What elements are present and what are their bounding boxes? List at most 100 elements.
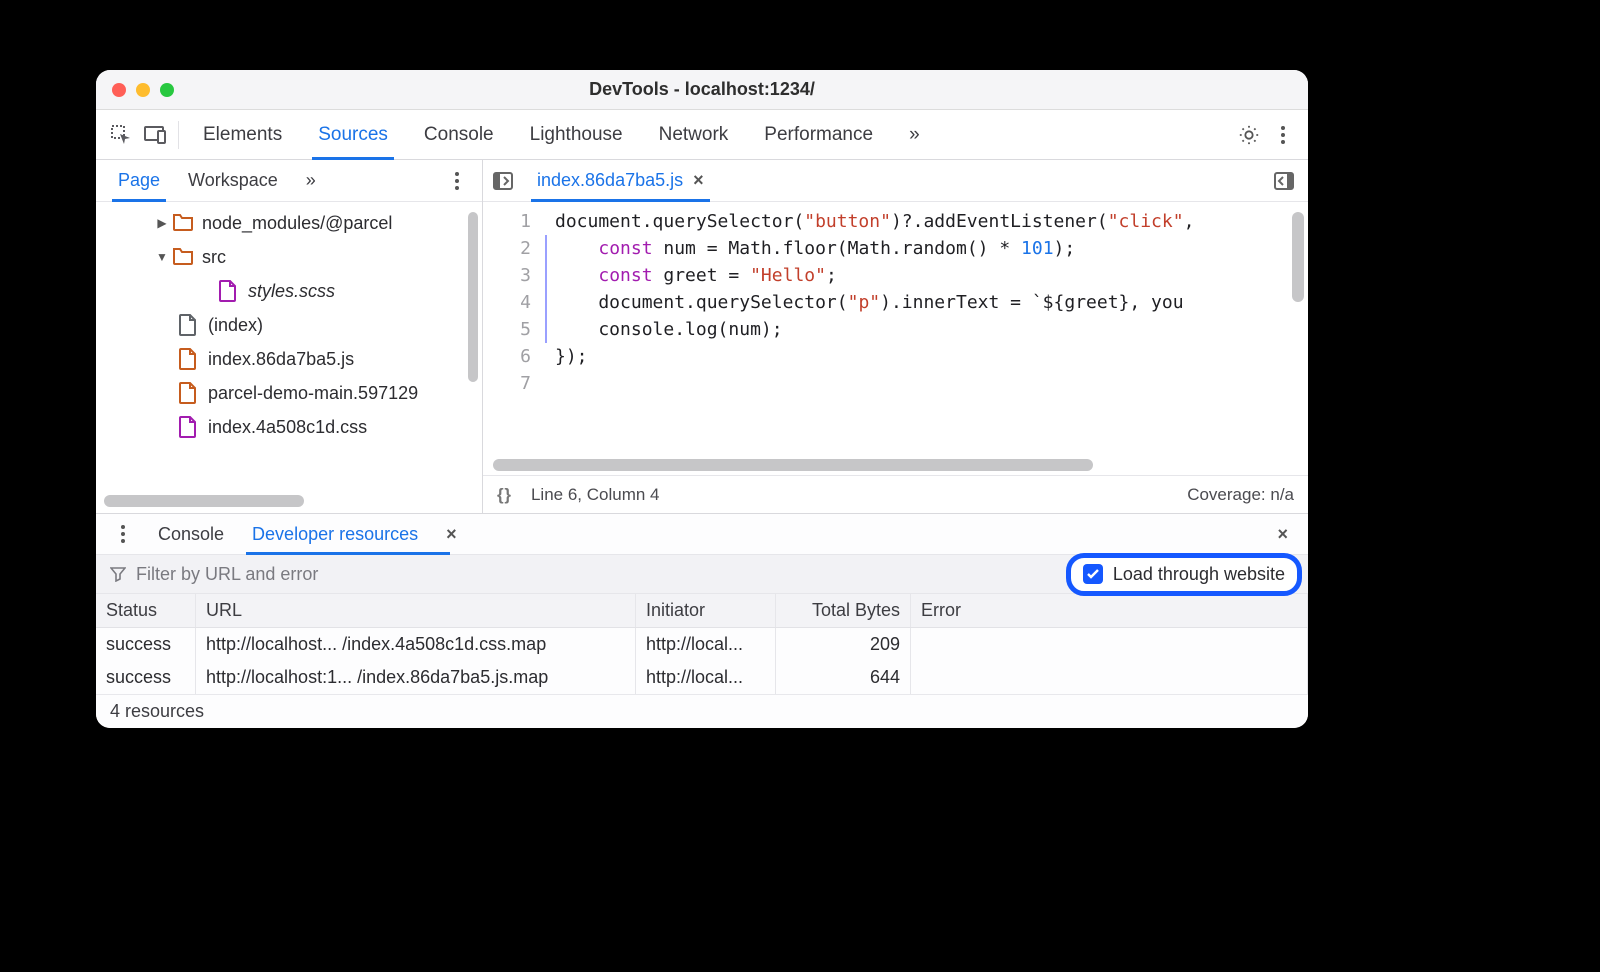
tree-item-label: (index) <box>208 315 263 336</box>
drawer-tab-console[interactable]: Console <box>144 514 238 554</box>
drawer-tab-bar: ConsoleDeveloper resources × × <box>96 514 1308 554</box>
editor-vertical-scrollbar[interactable] <box>1292 212 1304 302</box>
code-body[interactable]: document.querySelector("button")?.addEve… <box>545 202 1308 455</box>
drawer-close-icon[interactable]: × <box>1267 524 1298 545</box>
column-header[interactable]: Error <box>911 594 1308 627</box>
folder-icon <box>172 212 194 234</box>
tree-item[interactable]: ▼ src <box>96 240 482 274</box>
table-row[interactable]: successhttp://localhost:1... /index.86da… <box>96 661 1308 694</box>
main-tab-lighthouse[interactable]: Lighthouse <box>512 110 641 159</box>
code-editor[interactable]: 1234567 document.querySelector("button")… <box>483 202 1308 455</box>
main-tab-performance[interactable]: Performance <box>746 110 891 159</box>
table-cell <box>911 661 1308 694</box>
drawer-toolbar: Filter by URL and error Load through web… <box>96 554 1308 594</box>
minimize-window-button[interactable] <box>136 83 150 97</box>
line-number: 3 <box>483 262 531 289</box>
tree-item[interactable]: (index) <box>96 308 482 342</box>
navigator-more-tabs-icon[interactable]: » <box>292 160 330 201</box>
editor-tab-active[interactable]: index.86da7ba5.js × <box>525 160 716 201</box>
show-debugger-icon[interactable] <box>1270 167 1298 195</box>
window-title: DevTools - localhost:1234/ <box>96 79 1308 100</box>
load-through-website-label: Load through website <box>1113 564 1285 585</box>
line-number: 1 <box>483 208 531 235</box>
tree-item[interactable]: index.86da7ba5.js <box>96 342 482 376</box>
main-tab-elements[interactable]: Elements <box>185 110 300 159</box>
editor-status-bar: { } Line 6, Column 4 Coverage: n/a <box>483 475 1308 513</box>
table-cell: 209 <box>776 628 911 661</box>
table-cell: http://localhost... /index.4a508c1d.css.… <box>196 628 636 661</box>
column-header[interactable]: Initiator <box>636 594 776 627</box>
disclosure-icon[interactable]: ▼ <box>156 250 168 264</box>
zoom-window-button[interactable] <box>160 83 174 97</box>
more-tabs-icon[interactable]: » <box>891 110 938 159</box>
separator <box>178 121 179 149</box>
line-number: 5 <box>483 316 531 343</box>
tree-item-label: index.4a508c1d.css <box>208 417 367 438</box>
line-number: 6 <box>483 343 531 370</box>
code-line: }); <box>555 343 1308 370</box>
folder-icon <box>172 246 194 268</box>
drawer: ConsoleDeveloper resources × × Filter by… <box>96 513 1308 728</box>
resources-table-header: StatusURLInitiatorTotal BytesError <box>96 594 1308 628</box>
table-cell: http://local... <box>636 628 776 661</box>
inspect-element-icon[interactable] <box>104 118 138 152</box>
pretty-print-icon[interactable]: { } <box>497 485 509 505</box>
navigator-more-options-icon[interactable] <box>440 164 474 198</box>
load-through-website-toggle[interactable]: Load through website <box>1066 553 1302 596</box>
filter-placeholder: Filter by URL and error <box>136 564 318 585</box>
drawer-status-message: 4 resources <box>96 694 1308 728</box>
code-line: const greet = "Hello"; <box>555 262 1308 289</box>
navigator-horizontal-scrollbar[interactable] <box>104 495 474 507</box>
navigator-tab-workspace[interactable]: Workspace <box>174 160 292 201</box>
table-cell: http://localhost:1... /index.86da7ba5.js… <box>196 661 636 694</box>
main-tab-console[interactable]: Console <box>406 110 512 159</box>
tree-item[interactable]: index.4a508c1d.css <box>96 410 482 444</box>
main-tab-sources[interactable]: Sources <box>300 110 406 159</box>
filter-input[interactable]: Filter by URL and error <box>96 564 1066 585</box>
tree-item-label: parcel-demo-main.597129 <box>208 383 418 404</box>
tree-item-label: node_modules/@parcel <box>202 213 392 234</box>
more-options-icon[interactable] <box>1266 118 1300 152</box>
navigator-vertical-scrollbar[interactable] <box>468 212 478 485</box>
file-icon <box>178 382 200 404</box>
table-cell: success <box>96 661 196 694</box>
table-row[interactable]: successhttp://localhost... /index.4a508c… <box>96 628 1308 661</box>
line-number: 2 <box>483 235 531 262</box>
drawer-tab-developer-resources[interactable]: Developer resources <box>238 514 432 554</box>
column-header[interactable]: Total Bytes <box>776 594 911 627</box>
disclosure-icon[interactable]: ▶ <box>156 216 168 230</box>
resources-table-body: successhttp://localhost... /index.4a508c… <box>96 628 1308 694</box>
column-header[interactable]: URL <box>196 594 636 627</box>
code-line: document.querySelector("p").innerText = … <box>555 289 1308 316</box>
editor-pane: index.86da7ba5.js × 1234567 document.que… <box>483 160 1308 513</box>
title-bar: DevTools - localhost:1234/ <box>96 70 1308 110</box>
tree-item[interactable]: ▶ node_modules/@parcel <box>96 206 482 240</box>
code-line: const num = Math.floor(Math.random() * 1… <box>555 235 1308 262</box>
navigator-tab-page[interactable]: Page <box>104 160 174 201</box>
drawer-more-options-icon[interactable] <box>106 517 140 551</box>
main-split: PageWorkspace » ▶ node_modules/@parcel ▼ sr… <box>96 160 1308 513</box>
code-line: console.log(num); <box>555 316 1308 343</box>
tree-item[interactable]: parcel-demo-main.597129 <box>96 376 482 410</box>
show-navigator-icon[interactable] <box>489 167 517 195</box>
table-cell: 644 <box>776 661 911 694</box>
code-line <box>555 370 1308 397</box>
main-tab-network[interactable]: Network <box>641 110 747 159</box>
tree-item[interactable]: styles.scss <box>96 274 482 308</box>
tree-item-label: index.86da7ba5.js <box>208 349 354 370</box>
navigator-tab-bar: PageWorkspace » <box>96 160 482 202</box>
settings-icon[interactable] <box>1232 118 1266 152</box>
close-window-button[interactable] <box>112 83 126 97</box>
tree-item-label: src <box>202 247 226 268</box>
line-number: 4 <box>483 289 531 316</box>
table-cell <box>911 628 1308 661</box>
editor-horizontal-scrollbar[interactable] <box>493 459 1298 471</box>
close-tab-icon[interactable]: × <box>693 170 704 191</box>
filter-icon <box>110 566 126 582</box>
devtools-window: DevTools - localhost:1234/ ElementsSourc… <box>96 70 1308 728</box>
navigator-pane: PageWorkspace » ▶ node_modules/@parcel ▼ sr… <box>96 160 483 513</box>
device-toolbar-icon[interactable] <box>138 118 172 152</box>
drawer-tab-close-icon[interactable]: × <box>436 524 467 545</box>
editor-tab-bar: index.86da7ba5.js × <box>483 160 1308 202</box>
column-header[interactable]: Status <box>96 594 196 627</box>
